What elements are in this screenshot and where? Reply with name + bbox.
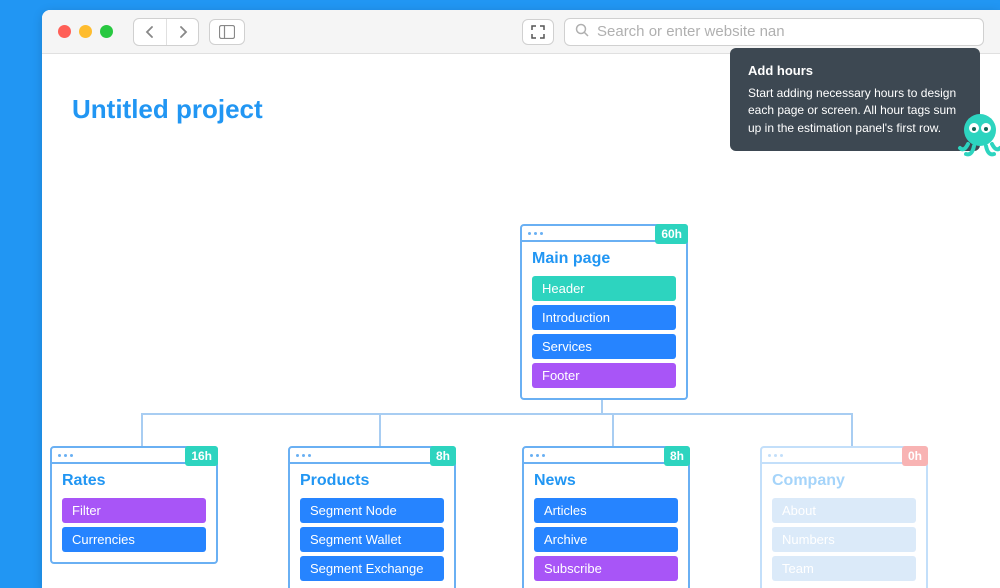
- section-team[interactable]: Team: [772, 556, 916, 581]
- hours-badge[interactable]: 8h: [430, 446, 456, 466]
- section-header[interactable]: Header: [532, 276, 676, 301]
- hint-title: Add hours: [748, 62, 962, 81]
- back-button[interactable]: [134, 19, 166, 45]
- maximize-window-button[interactable]: [100, 25, 113, 38]
- page-content: Untitled project Add hours Start adding …: [42, 54, 1000, 588]
- node-main-page[interactable]: 60h Main page Header Introduction Servic…: [520, 224, 688, 400]
- fullscreen-button[interactable]: [522, 19, 554, 45]
- nav-group: [133, 18, 199, 46]
- node-products[interactable]: 8h Products Segment Node Segment Wallet …: [288, 446, 456, 588]
- node-news[interactable]: 8h News Articles Archive Subscribe: [522, 446, 690, 588]
- mascot-icon[interactable]: [950, 104, 1000, 164]
- search-icon: [575, 23, 589, 41]
- hours-badge[interactable]: 0h: [902, 446, 928, 466]
- section-subscribe[interactable]: Subscribe: [534, 556, 678, 581]
- close-window-button[interactable]: [58, 25, 71, 38]
- url-bar[interactable]: Search or enter website nan: [564, 18, 984, 46]
- section-introduction[interactable]: Introduction: [532, 305, 676, 330]
- browser-window: Search or enter website nan Untitled pro…: [42, 10, 1000, 588]
- section-services[interactable]: Services: [532, 334, 676, 359]
- section-about[interactable]: About: [772, 498, 916, 523]
- traffic-lights: [58, 25, 113, 38]
- sidebar-toggle-button[interactable]: [209, 19, 245, 45]
- section-filter[interactable]: Filter: [62, 498, 206, 523]
- node-title[interactable]: Company: [772, 472, 916, 490]
- url-placeholder: Search or enter website nan: [597, 23, 785, 40]
- node-title[interactable]: News: [534, 472, 678, 490]
- section-segment-wallet[interactable]: Segment Wallet: [300, 527, 444, 552]
- hours-badge[interactable]: 16h: [185, 446, 218, 466]
- section-footer[interactable]: Footer: [532, 363, 676, 388]
- hint-body: Start adding necessary hours to design e…: [748, 85, 962, 137]
- section-currencies[interactable]: Currencies: [62, 527, 206, 552]
- forward-button[interactable]: [166, 19, 198, 45]
- node-rates[interactable]: 16h Rates Filter Currencies: [50, 446, 218, 564]
- node-company[interactable]: 0h Company About Numbers Team: [760, 446, 928, 588]
- hint-tooltip: Add hours Start adding necessary hours t…: [730, 48, 980, 151]
- section-articles[interactable]: Articles: [534, 498, 678, 523]
- node-title[interactable]: Main page: [532, 250, 676, 268]
- node-title[interactable]: Products: [300, 472, 444, 490]
- hours-badge[interactable]: 8h: [664, 446, 690, 466]
- node-title[interactable]: Rates: [62, 472, 206, 490]
- section-segment-exchange[interactable]: Segment Exchange: [300, 556, 444, 581]
- section-archive[interactable]: Archive: [534, 527, 678, 552]
- hours-badge[interactable]: 60h: [655, 224, 688, 244]
- section-numbers[interactable]: Numbers: [772, 527, 916, 552]
- section-segment-node[interactable]: Segment Node: [300, 498, 444, 523]
- minimize-window-button[interactable]: [79, 25, 92, 38]
